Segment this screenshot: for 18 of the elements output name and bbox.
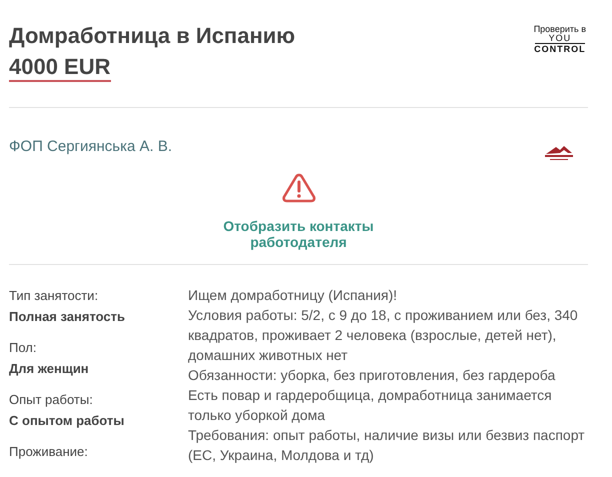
verify-badge[interactable]: Проверить в YOU CONTROL — [534, 24, 586, 107]
show-contacts-link[interactable]: Отобразить контакты работодателя — [214, 218, 384, 250]
job-title: Домработница в Испанию — [9, 22, 296, 50]
detail-value: Для женщин — [9, 360, 90, 378]
detail-label: Пол: — [9, 339, 38, 357]
detail-label: Тип занятости: — [9, 287, 100, 305]
detail-label: Проживание: — [9, 443, 89, 461]
employer-name: ФОП Сергиянська А. В. — [9, 138, 172, 154]
detail-label: Опыт работы: — [9, 391, 94, 409]
detail-value: С опытом работы — [9, 412, 126, 430]
salary: 4000 EUR — [9, 54, 111, 82]
description-paragraph: Ищем домработницу (Испания)! — [188, 286, 398, 305]
warning-icon — [280, 172, 316, 204]
description-paragraph: Требования: опыт работы, наличие визы или безвиз паспорт (ЕС, Украина, Молдова и тд) — [188, 426, 586, 465]
description-paragraph: Есть повар и гардеробщица, домработница занимается только уборкой дома — [188, 386, 553, 425]
detail-value: Полная занятость — [9, 308, 126, 326]
description-paragraph: Обязанности: уборка, без приготовления, без гардероба — [188, 366, 556, 385]
description-paragraph: Условия работы: 5/2, с 9 до 18, с проживанием или без, 340 квадратов, проживает 2 человека (взрослые, детей нет), домашних животных нет — [188, 306, 579, 365]
